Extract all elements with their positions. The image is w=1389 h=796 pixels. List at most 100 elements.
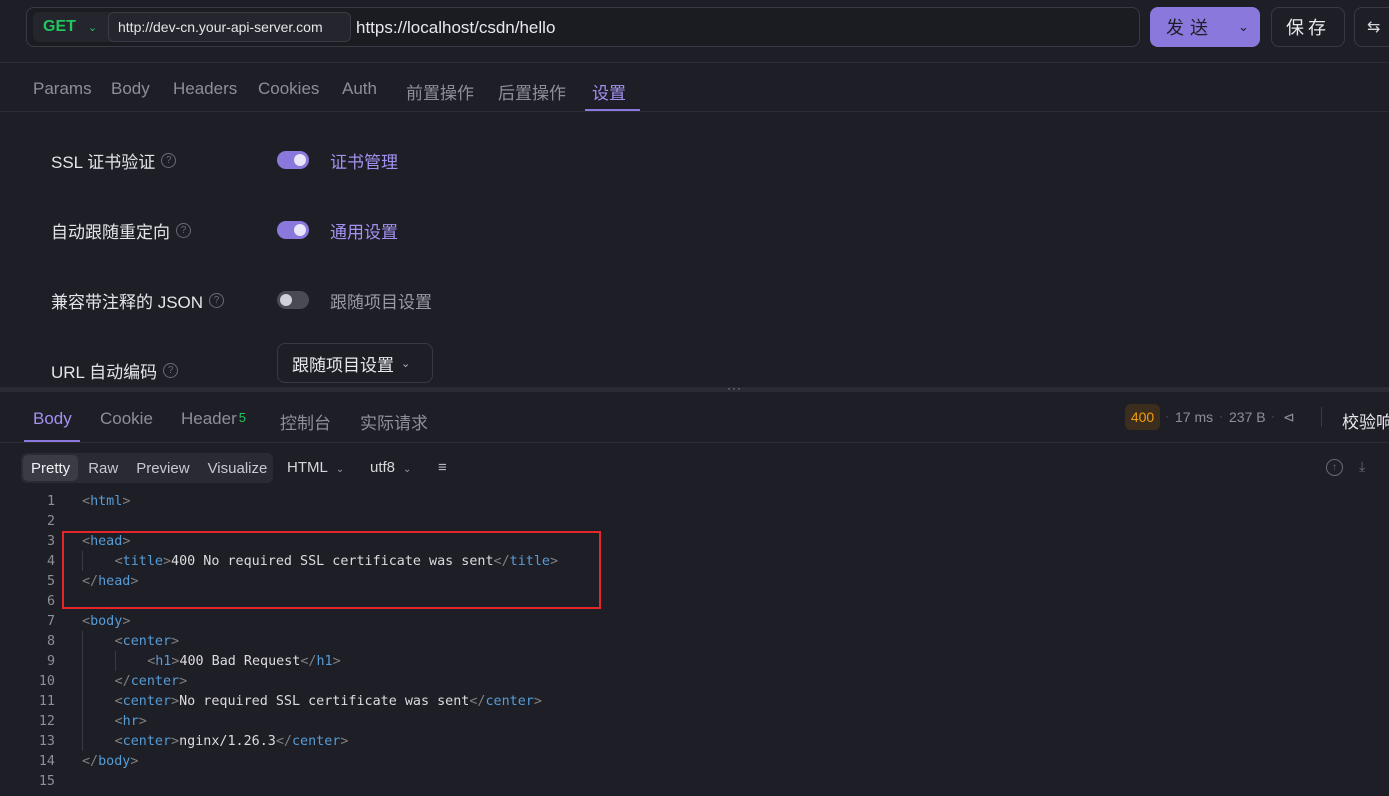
view-mode-preview[interactable]: Preview	[128, 455, 197, 481]
tab-actual-request[interactable]: 实际请求	[360, 409, 428, 434]
html-bracket: >	[138, 714, 147, 729]
line-number: 1	[46, 494, 55, 509]
tab-response-body[interactable]: Body	[33, 409, 72, 429]
help-icon[interactable]: ?	[163, 363, 179, 378]
encoding-value: utf8	[370, 459, 396, 476]
html-tag-name: hr	[122, 714, 139, 729]
download-icon[interactable]: ⤓	[1359, 458, 1365, 475]
view-mode-pretty[interactable]: Pretty	[23, 455, 79, 481]
line-number: 4	[46, 554, 55, 569]
setting-label-text: 自动跟随重定向	[51, 223, 170, 242]
line-number: 9	[46, 654, 55, 669]
response-time: 17 ms	[1175, 409, 1214, 425]
tab-params[interactable]: Params	[33, 79, 92, 99]
html-bracket: </	[469, 694, 486, 709]
line-number: 5	[46, 574, 55, 589]
tab-response-header[interactable]: Header 5	[181, 409, 246, 429]
tab-post-processors[interactable]: 后置操作	[498, 79, 566, 104]
response-size: 237 B	[1229, 409, 1266, 425]
chevron-down-icon: ⌄	[87, 21, 98, 34]
url-input[interactable]: https://localhost/csdn/hello	[356, 18, 555, 38]
html-bracket: <	[114, 694, 123, 709]
indent-guide	[115, 651, 116, 671]
format-select[interactable]: HTML ⌄	[287, 459, 344, 476]
header-count-badge: 5	[238, 410, 246, 425]
code-line: 9 <h1>400 Bad Request</h1>	[0, 652, 1389, 672]
tab-body[interactable]: Body	[111, 79, 150, 99]
setting-json-row: 兼容带注释的 JSON? 跟随项目设置	[0, 283, 1389, 313]
env-base-url[interactable]: http://dev-cn.your-api-server.com	[108, 12, 351, 42]
swap-icon[interactable]: ⇆	[1354, 7, 1389, 47]
url-encode-select[interactable]: 跟随项目设置 ⌄	[277, 343, 433, 383]
cert-management-link[interactable]: 证书管理	[330, 148, 398, 173]
html-tag-name: h1	[316, 654, 333, 669]
code-line: 15	[0, 772, 1389, 792]
code-content: <body>	[82, 612, 130, 632]
chevron-down-icon[interactable]: ⌄	[1238, 19, 1249, 35]
line-number: 11	[38, 694, 55, 709]
tab-pre-processors[interactable]: 前置操作	[406, 79, 474, 104]
response-view-toolbar: Pretty Raw Preview Visualize HTML ⌄ utf8 ⌄…	[0, 443, 1389, 491]
code-line: 11 <center>No required SSL certificate wa…	[0, 692, 1389, 712]
share-icon[interactable]: ⊲	[1283, 409, 1295, 426]
code-line: 8 <center>	[0, 632, 1389, 652]
upload-icon[interactable]: ↑	[1326, 459, 1343, 476]
html-bracket: >	[340, 734, 349, 749]
setting-label: SSL 证书验证?	[51, 148, 177, 173]
toggle-knob	[294, 154, 306, 166]
redirect-toggle[interactable]	[277, 221, 309, 239]
tab-headers[interactable]: Headers	[173, 79, 237, 99]
word-wrap-icon[interactable]: ≡	[438, 459, 447, 476]
html-tag-name: body	[90, 614, 123, 629]
view-mode-raw[interactable]: Raw	[80, 455, 126, 481]
general-settings-link[interactable]: 通用设置	[330, 218, 398, 243]
code-content: <h1>400 Bad Request</h1>	[147, 652, 341, 672]
setting-redirect-row: 自动跟随重定向? 通用设置	[0, 213, 1389, 243]
html-bracket: >	[171, 734, 180, 749]
html-tag-name: center	[122, 734, 172, 749]
setting-label: 兼容带注释的 JSON?	[51, 288, 225, 313]
html-bracket: >	[171, 694, 180, 709]
toggle-knob	[294, 224, 306, 236]
html-bracket: >	[171, 634, 180, 649]
help-icon[interactable]: ?	[209, 293, 225, 308]
line-number: 12	[38, 714, 55, 729]
html-bracket: >	[130, 754, 139, 769]
tab-cookies[interactable]: Cookies	[258, 79, 319, 99]
html-bracket: <	[114, 634, 123, 649]
tab-response-cookie[interactable]: Cookie	[100, 409, 153, 429]
html-tag-name: h1	[155, 654, 172, 669]
html-bracket: >	[122, 614, 131, 629]
validate-response-button[interactable]: 校验响	[1342, 408, 1389, 433]
view-mode-visualize[interactable]: Visualize	[200, 455, 276, 481]
send-button[interactable]: 发送 ⌄	[1150, 7, 1260, 47]
setting-label-text: URL 自动编码	[51, 363, 158, 382]
ssl-toggle[interactable]	[277, 151, 309, 169]
code-content: <hr>	[115, 712, 147, 732]
code-content: </center>	[115, 672, 188, 692]
code-line: 7 <body>	[0, 612, 1389, 632]
save-button[interactable]: 保存	[1271, 7, 1345, 47]
html-bracket: >	[533, 694, 542, 709]
url-input-container[interactable]: GET ⌄ http://dev-cn.your-api-server.com …	[26, 7, 1140, 47]
encoding-select[interactable]: utf8 ⌄	[370, 459, 411, 476]
help-icon[interactable]: ?	[176, 223, 191, 238]
tab-response-console[interactable]: 控制台	[280, 409, 331, 434]
setting-url-encode-row: URL 自动编码? 跟随项目设置 ⌄	[0, 343, 1389, 383]
html-bracket: </	[114, 674, 131, 689]
text-content: 400 Bad Request	[179, 654, 301, 669]
indent-guide	[82, 631, 83, 751]
divider	[1321, 407, 1322, 427]
setting-label-text: 兼容带注释的 JSON	[51, 293, 204, 312]
code-content: <center>No required SSL certificate was …	[115, 692, 542, 712]
tab-label: Header	[181, 409, 237, 428]
json-comment-toggle[interactable]	[277, 291, 309, 309]
line-number: 8	[46, 634, 55, 649]
tab-settings[interactable]: 设置	[592, 79, 626, 104]
follow-project-settings-text: 跟随项目设置	[330, 293, 432, 312]
help-icon[interactable]: ?	[161, 153, 177, 168]
code-line: 2	[0, 512, 1389, 532]
toggle-knob	[280, 294, 292, 306]
tab-auth[interactable]: Auth	[342, 79, 377, 99]
chevron-down-icon: ⌄	[403, 464, 412, 475]
